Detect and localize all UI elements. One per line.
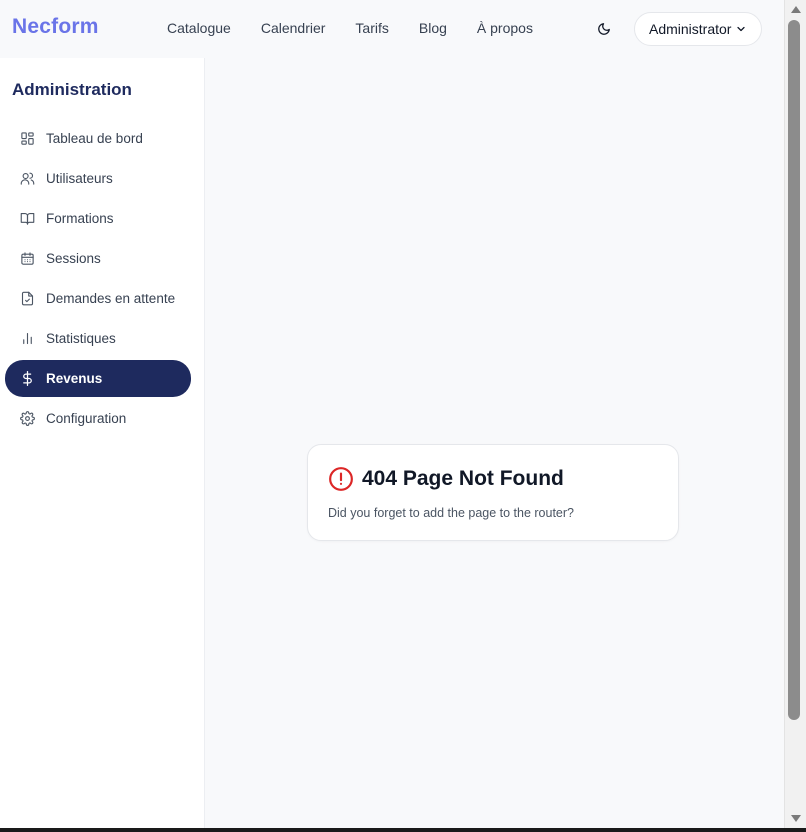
- scroll-up-arrow-icon[interactable]: [791, 6, 801, 13]
- sidebar-item-statistiques[interactable]: Statistiques: [5, 320, 191, 357]
- users-icon: [19, 171, 35, 187]
- nav-tarifs[interactable]: Tarifs: [355, 19, 388, 37]
- main-nav: Catalogue Calendrier Tarifs Blog À propo…: [167, 19, 563, 37]
- bar-chart-icon: [19, 331, 35, 347]
- sidebar-item-label: Formations: [46, 211, 114, 226]
- sidebar-title: Administration: [12, 80, 132, 99]
- sidebar-item-label: Demandes en attente: [46, 291, 176, 306]
- admin-sidebar: Administration Tableau de bord Utilisate…: [0, 58, 205, 832]
- chevron-down-icon: [737, 26, 745, 32]
- dashboard-icon: [19, 131, 35, 147]
- error-message: Did you forget to add the page to the ro…: [328, 506, 575, 520]
- file-check-icon: [19, 291, 35, 307]
- window-bottom-edge: [0, 828, 806, 832]
- sidebar-item-label: Tableau de bord: [46, 131, 143, 146]
- sidebar-item-label: Utilisateurs: [46, 171, 113, 186]
- sidebar-item-sessions[interactable]: Sessions: [5, 240, 191, 277]
- nav-catalogue[interactable]: Catalogue: [167, 19, 231, 37]
- sidebar-item-configuration[interactable]: Configuration: [5, 400, 191, 437]
- nav-blog[interactable]: Blog: [419, 19, 447, 37]
- dollar-icon: [19, 371, 35, 387]
- error-title-row: 404 Page Not Found: [328, 466, 564, 492]
- moon-icon: [598, 23, 610, 35]
- sidebar-item-tableau-de-bord[interactable]: Tableau de bord: [5, 120, 191, 157]
- sidebar-item-label: Configuration: [46, 411, 127, 426]
- theme-toggle-button[interactable]: [594, 19, 614, 39]
- nav-calendrier[interactable]: Calendrier: [261, 19, 326, 37]
- alert-circle-icon: [328, 466, 354, 492]
- sidebar-item-formations[interactable]: Formations: [5, 200, 191, 237]
- main-content: 404 Page Not Found Did you forget to add…: [205, 58, 784, 832]
- error-card: 404 Page Not Found Did you forget to add…: [307, 444, 679, 541]
- sidebar-menu: Tableau de bord Utilisateurs Formations …: [5, 120, 191, 440]
- nav-a-propos[interactable]: À propos: [477, 19, 533, 37]
- brand-logo[interactable]: Necform: [12, 15, 99, 39]
- sidebar-item-label: Sessions: [46, 251, 101, 266]
- error-title: 404 Page Not Found: [362, 467, 564, 490]
- sidebar-item-revenus[interactable]: Revenus: [5, 360, 191, 397]
- user-menu-button[interactable]: Administrator: [634, 12, 762, 46]
- user-menu-label: Administrator: [649, 21, 732, 37]
- vertical-scrollbar[interactable]: [784, 0, 806, 832]
- scroll-down-arrow-icon[interactable]: [791, 815, 801, 822]
- calendar-icon: [19, 251, 35, 267]
- sidebar-item-utilisateurs[interactable]: Utilisateurs: [5, 160, 191, 197]
- sidebar-item-demandes-en-attente[interactable]: Demandes en attente: [5, 280, 191, 317]
- top-header: Necform Catalogue Calendrier Tarifs Blog…: [0, 0, 784, 58]
- sidebar-item-label: Statistiques: [46, 331, 116, 346]
- scroll-thumb[interactable]: [788, 20, 800, 720]
- gear-icon: [19, 411, 35, 427]
- book-icon: [19, 211, 35, 227]
- sidebar-item-label: Revenus: [46, 371, 103, 386]
